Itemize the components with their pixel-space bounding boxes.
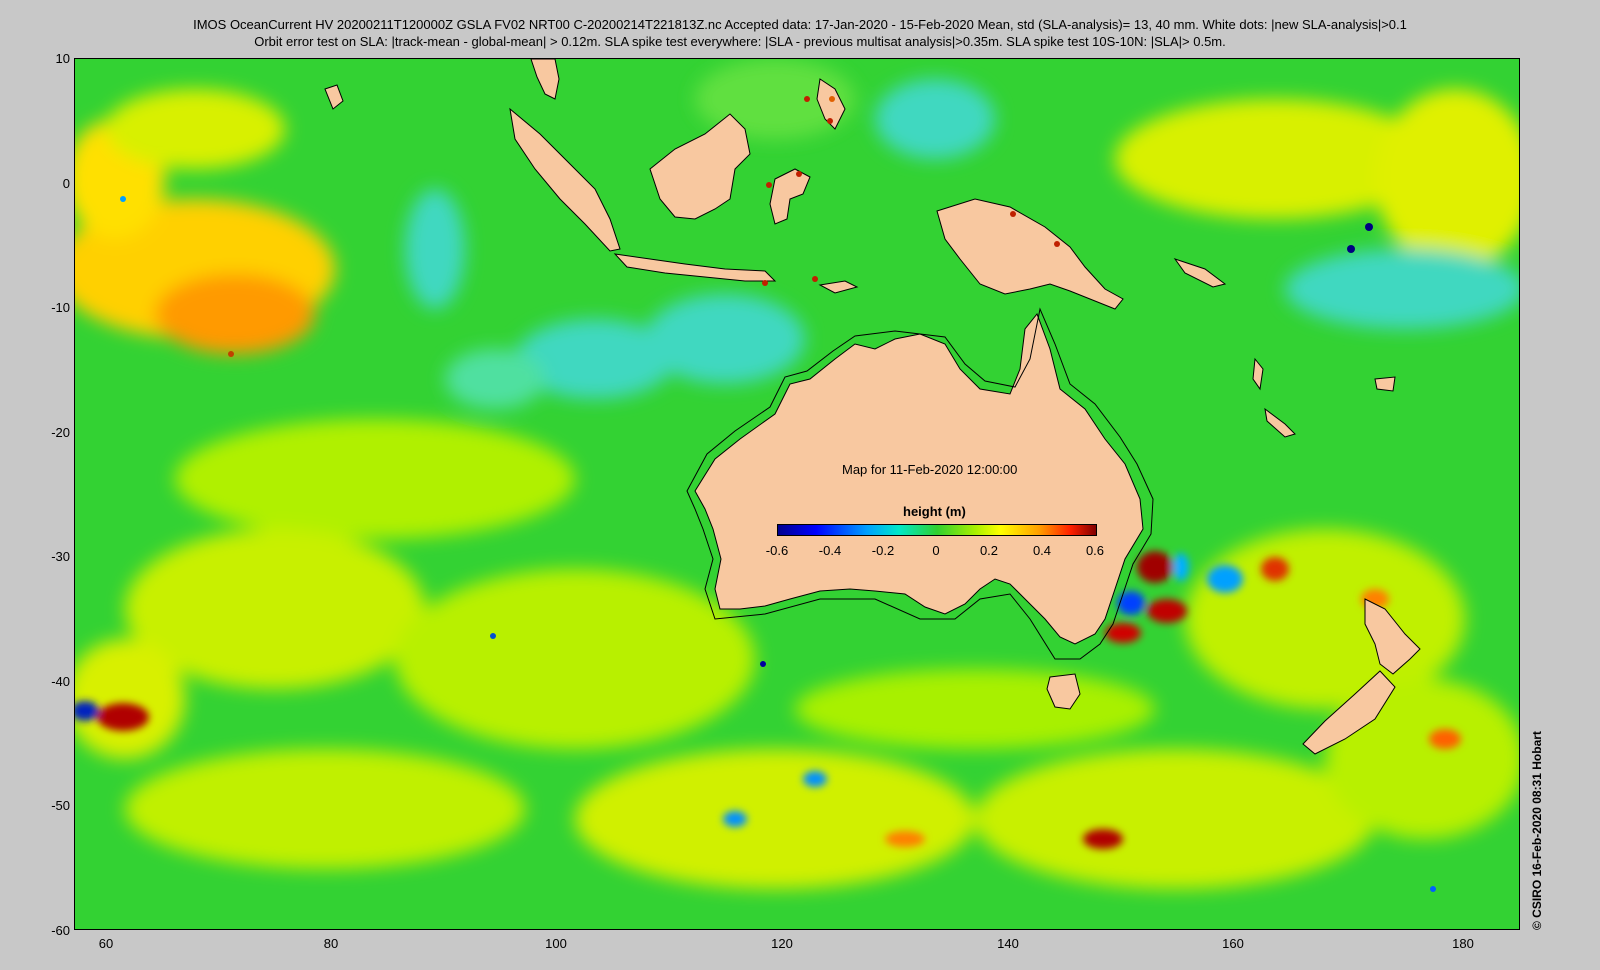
fiji	[1374, 376, 1396, 392]
lat-tick-0: 0	[62, 176, 70, 191]
lon-tick-100: 100	[545, 936, 567, 951]
sla-field	[75, 59, 1519, 892]
colorbar-tick: -0.6	[765, 543, 789, 558]
lon-tick-180: 180	[1452, 936, 1474, 951]
map-panel-title: Map for 11-Feb-2020 12:00:00	[842, 462, 1018, 477]
lon-tick-140: 140	[997, 936, 1019, 951]
credit-text: © CSIRO 16-Feb-2020 08:31 Hobart	[1530, 731, 1544, 930]
sumatra	[509, 107, 621, 252]
colorbar-tick: -0.2	[871, 543, 895, 558]
vanuatu	[1252, 357, 1264, 391]
colorbar-title: height (m)	[903, 504, 966, 519]
colorbar-tick: 0	[932, 543, 940, 558]
lon-tick-120: 120	[771, 936, 793, 951]
lon-tick-80: 80	[323, 936, 339, 951]
colorbar-tick: -0.4	[818, 543, 842, 558]
header-line-2: Orbit error test on SLA: |track-mean - g…	[254, 34, 1226, 49]
lat-tick-m50: -50	[51, 798, 70, 813]
colorbar	[777, 524, 1097, 536]
sri-lanka	[324, 84, 344, 110]
new-guinea	[936, 198, 1124, 310]
lon-tick-160: 160	[1222, 936, 1244, 951]
new-caledonia	[1264, 407, 1296, 438]
lat-tick-m10: -10	[51, 300, 70, 315]
lat-tick-m30: -30	[51, 549, 70, 564]
solomon-islands	[1173, 258, 1227, 288]
lat-tick-m60: -60	[51, 923, 70, 938]
colorbar-tick: 0.6	[1085, 543, 1105, 558]
lat-tick-m40: -40	[51, 674, 70, 689]
timor	[818, 280, 859, 294]
lat-tick-m20: -20	[51, 425, 70, 440]
sla-map[interactable]	[74, 58, 1520, 930]
header-line-1: IMOS OceanCurrent HV 20200211T120000Z GS…	[193, 17, 1407, 32]
malay-peninsula	[530, 59, 560, 100]
lon-tick-60: 60	[98, 936, 114, 951]
colorbar-tick: 0.2	[979, 543, 999, 558]
borneo	[649, 113, 751, 220]
lat-tick-10: 10	[55, 51, 70, 66]
java	[613, 253, 777, 282]
colorbar-tick: 0.4	[1032, 543, 1052, 558]
sulawesi	[769, 168, 811, 225]
